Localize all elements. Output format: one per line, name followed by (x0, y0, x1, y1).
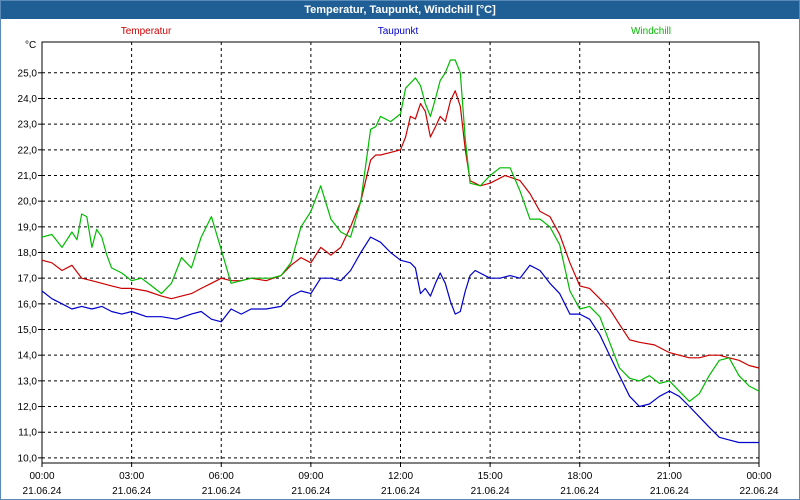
x-tick-time: 09:00 (298, 471, 323, 482)
x-tick-date: 21.06.24 (381, 486, 420, 497)
line-chart: 10,0 11,0 12,0 13,0 14,0 15,0 16,0 17,0 18,0 19,0… (18, 26, 779, 497)
y-tick-label: 24,0 (18, 94, 38, 105)
x-tick-date: 21.06.24 (650, 486, 689, 497)
x-tick-time: 12:00 (388, 471, 413, 482)
legend-taupunkt: Taupunkt (378, 26, 419, 37)
chart-window: Temperatur, Taupunkt, Windchill [°C] 10,… (0, 0, 800, 500)
y-tick-label: 22,0 (18, 145, 38, 156)
x-tick-date: 21.06.24 (112, 486, 151, 497)
y-tick-label: 25,0 (18, 68, 38, 79)
y-tick-label: 17,0 (18, 274, 38, 285)
x-tick-time: 18:00 (567, 471, 592, 482)
x-tick-time: 15:00 (478, 471, 503, 482)
x-tick-time: 00:00 (29, 471, 54, 482)
x-tick-date: 21.06.24 (560, 486, 599, 497)
y-tick-label: 16,0 (18, 299, 38, 310)
y-tick-label: 19,0 (18, 222, 38, 233)
x-tick-date: 22.06.24 (740, 486, 779, 497)
y-tick-label: 13,0 (18, 376, 38, 387)
y-tick-label: 12,0 (18, 402, 38, 413)
y-tick-label: 23,0 (18, 120, 38, 131)
x-tick-time: 06:00 (209, 471, 234, 482)
y-tick-label: 18,0 (18, 248, 38, 259)
y-tick-label: 15,0 (18, 325, 38, 336)
y-tick-label: 14,0 (18, 351, 38, 362)
y-tick-label: 20,0 (18, 197, 38, 208)
x-tick-time: 21:00 (657, 471, 682, 482)
x-tick-time: 00:00 (746, 471, 771, 482)
y-axis-unit: °C (25, 40, 36, 51)
y-tick-label: 11,0 (18, 428, 37, 439)
y-tick-label: 21,0 (18, 171, 38, 182)
x-tick-date: 21.06.24 (202, 486, 241, 497)
y-tick-label: 10,0 (18, 453, 38, 464)
legend-temperatur: Temperatur (121, 26, 172, 37)
x-tick-date: 21.06.24 (291, 486, 330, 497)
legend-windchill: Windchill (631, 26, 671, 37)
x-tick-time: 03:00 (119, 471, 144, 482)
x-tick-date: 21.06.24 (23, 486, 62, 497)
x-tick-date: 21.06.24 (471, 486, 510, 497)
